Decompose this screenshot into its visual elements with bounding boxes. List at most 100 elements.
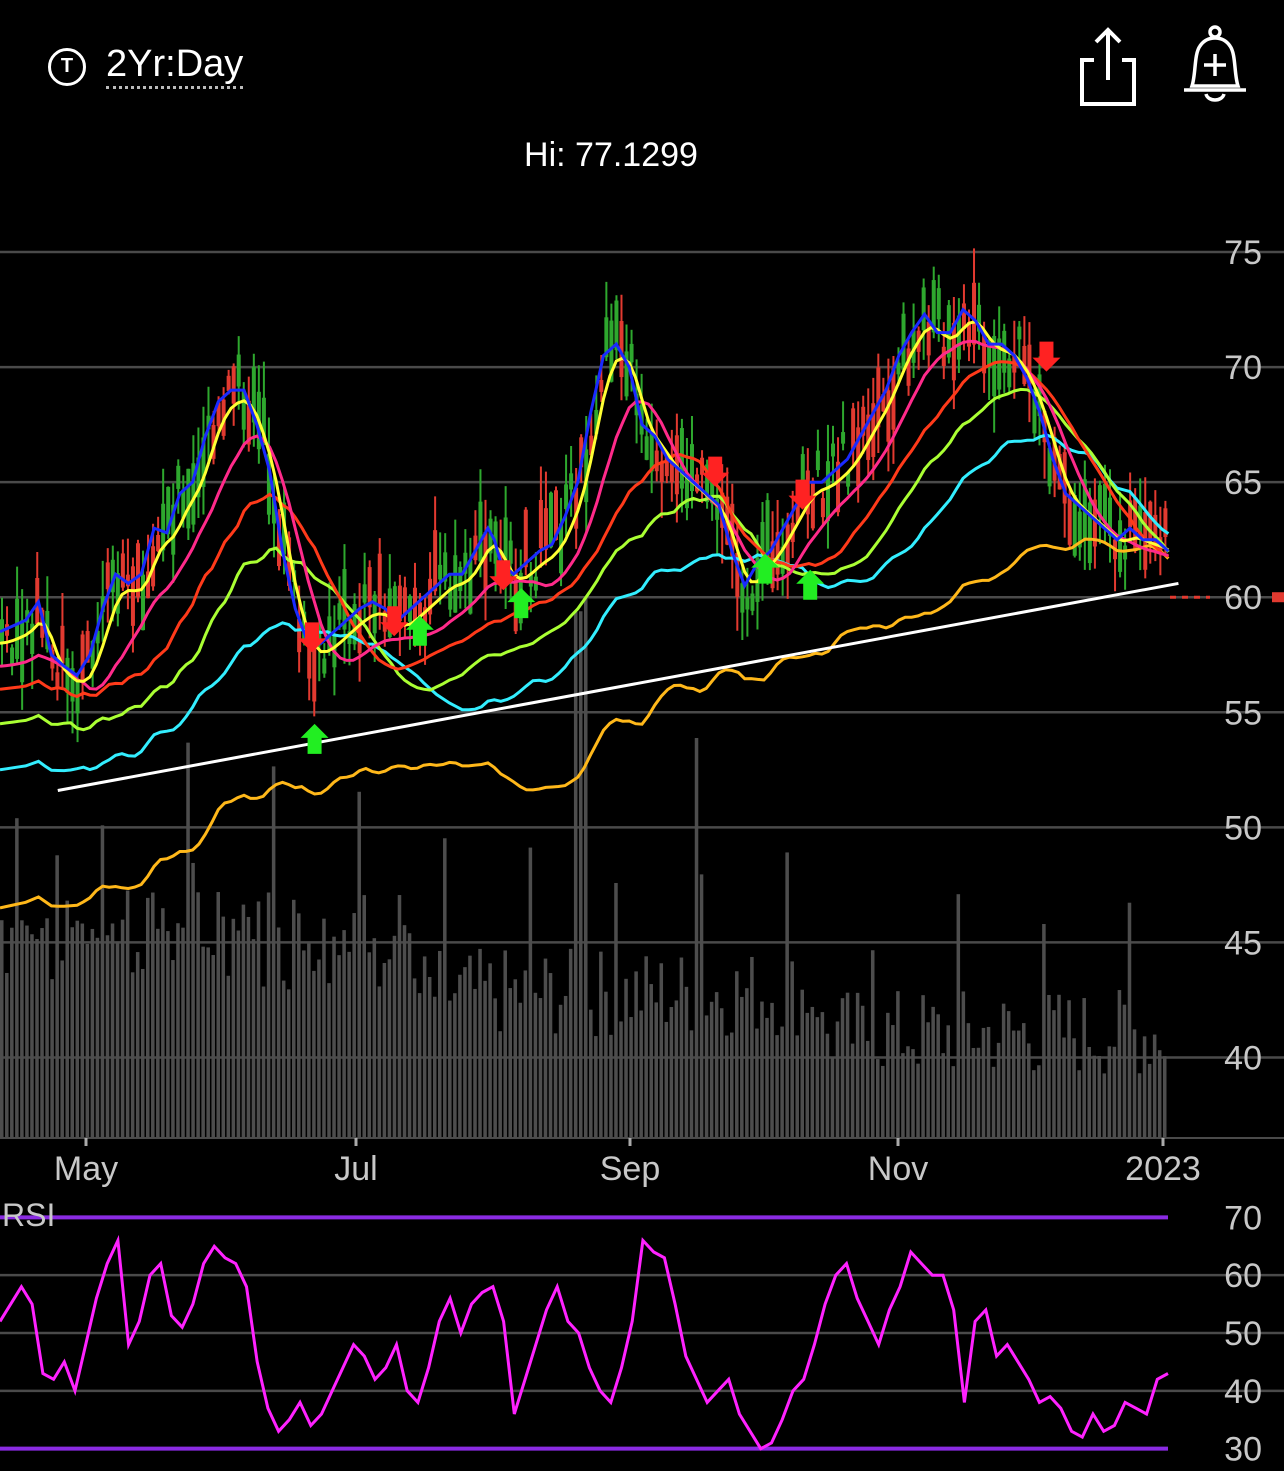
volume-bar (523, 970, 528, 1138)
volume-bar (251, 939, 256, 1138)
volume-bar (1042, 924, 1046, 1138)
candle-body (1102, 483, 1107, 524)
volume-bar (704, 1015, 709, 1138)
candle-body (820, 498, 825, 518)
chart-area[interactable]: 75 70 65 60 55 50 45 40 May Jul Sep Nov 2023 70 60 50 4… (0, 0, 1284, 1471)
candle-body (60, 625, 65, 664)
volume-bar (775, 1035, 779, 1138)
volume-bar (146, 897, 150, 1138)
volume-bar (724, 1035, 729, 1138)
candle-body (815, 450, 820, 471)
candle-body (362, 584, 367, 603)
volume-bar (140, 968, 145, 1138)
volume-bar (181, 927, 185, 1138)
volume-bar (276, 927, 281, 1138)
volume-bar (332, 936, 336, 1138)
volume-bar (881, 1065, 885, 1138)
volume-bar (312, 970, 316, 1138)
volume-bar (498, 1031, 502, 1138)
rsi-tick-label: 70 (1224, 1199, 1262, 1237)
volume-bar (1152, 1034, 1157, 1138)
volume-bar (609, 1034, 613, 1138)
volume-bar (573, 611, 578, 1138)
volume-bar (20, 920, 24, 1138)
volume-bar (493, 998, 497, 1138)
volume-bar (90, 928, 95, 1138)
volume-bar (770, 1002, 774, 1138)
volume-bar (322, 918, 326, 1138)
candle-body (543, 508, 548, 550)
volume-bar (1037, 1065, 1041, 1138)
volume-bar (1117, 990, 1122, 1138)
y-tick-label: 55 (1224, 694, 1262, 732)
volume-bar (156, 928, 160, 1138)
candle-body (156, 535, 161, 552)
candle-body (337, 603, 342, 620)
volume-bar (815, 1017, 820, 1138)
volume-bar (1016, 1030, 1021, 1138)
volume-bar (125, 890, 130, 1138)
volume-bar (85, 943, 90, 1138)
volume-bar (780, 1026, 784, 1138)
volume-bar (568, 948, 573, 1138)
candle-body (659, 463, 664, 483)
buy-arrow-icon (300, 723, 329, 754)
volume-bar (553, 1033, 558, 1138)
volume-bar (891, 1025, 895, 1138)
volume-bar (946, 1025, 951, 1138)
x-tick-label: Sep (600, 1150, 661, 1188)
candle-body (800, 454, 805, 485)
volume-bar (191, 862, 195, 1138)
candle-body (236, 354, 241, 387)
candle-body (629, 343, 634, 363)
candle-body (186, 468, 191, 529)
candle-body (825, 461, 830, 522)
volume-bar (438, 950, 442, 1138)
volume-bar (241, 904, 246, 1138)
volume-bar (231, 918, 236, 1138)
volume-bar (589, 1009, 593, 1138)
volume-bar (745, 988, 749, 1138)
trendline (57, 581, 1179, 792)
volume-bar (387, 959, 392, 1138)
candle-body (876, 367, 881, 428)
volume-bar (1162, 1056, 1167, 1138)
volume-bar (584, 596, 588, 1138)
volume-bar (755, 1028, 759, 1138)
volume-bar (317, 959, 321, 1138)
volume-bar (286, 989, 291, 1138)
candle-body (478, 501, 483, 562)
candle-body (15, 598, 20, 659)
candle-body (377, 553, 382, 607)
volume-bar (699, 874, 704, 1138)
volume-bar (166, 931, 170, 1138)
candle-body (523, 509, 528, 568)
volume-bar (966, 1023, 971, 1138)
volume-bar (30, 934, 34, 1138)
volume-bar (800, 989, 805, 1138)
volume-bar (407, 933, 412, 1138)
volume-bar (1082, 998, 1086, 1138)
candle-body (1148, 501, 1153, 544)
volume-bar (25, 925, 29, 1138)
volume-bar (1062, 1037, 1066, 1138)
volume-bar (186, 742, 190, 1138)
volume-bar (865, 1040, 870, 1138)
candle-body (740, 583, 745, 613)
volume-bar (996, 1042, 1001, 1138)
hi-label: Hi: 77.1299 (524, 136, 698, 174)
volume-bar (422, 956, 427, 1138)
volume-bar (458, 974, 462, 1138)
volume-bar (45, 918, 49, 1138)
volume-bar (402, 925, 407, 1138)
y-tick-label: 70 (1224, 349, 1262, 387)
volume-bar (911, 1049, 915, 1138)
y-tick-label: 50 (1224, 809, 1262, 847)
volume-bar (810, 1006, 815, 1138)
candle-body (226, 375, 231, 391)
volume-bar (1001, 1003, 1006, 1138)
volume-bar (468, 955, 472, 1138)
volume-bar (719, 1008, 724, 1138)
volume-bar (674, 1000, 679, 1138)
x-tick-label: May (54, 1150, 118, 1188)
